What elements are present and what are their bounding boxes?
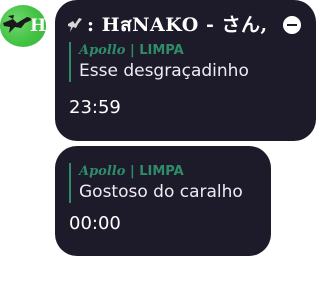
reply-header: Apollo | LIMPA [79, 42, 249, 60]
reply-author: Apollo [79, 164, 126, 179]
message-bubble[interactable]: Apollo | LIMPA Gostoso do caralho 00:00 [55, 146, 271, 256]
bird-icon [68, 18, 82, 32]
reply-author: Apollo [79, 43, 126, 58]
reply-tag: LIMPA [139, 164, 184, 179]
reply-tag: LIMPA [139, 43, 184, 58]
sender-name[interactable]: : HสNAKO - さん, [87, 10, 268, 40]
reply-quote[interactable]: Apollo | LIMPA Esse desgraçadinho [69, 42, 249, 82]
reply-header: Apollo | LIMPA [79, 163, 243, 181]
sender-avatar[interactable]: H [0, 5, 46, 47]
reply-text: Gostoso do caralho [79, 182, 243, 202]
message-bubble[interactable]: : HสNAKO - さん, Apollo | LIMPA Esse desgr… [55, 0, 316, 141]
avatar-letter: H [30, 16, 46, 36]
message-time: 00:00 [69, 213, 121, 234]
minus-circle-icon[interactable] [283, 16, 301, 34]
message-header: : HสNAKO - さん, [67, 11, 307, 39]
reply-separator: | [129, 43, 135, 58]
reply-quote[interactable]: Apollo | LIMPA Gostoso do caralho [69, 163, 243, 203]
message-time: 23:59 [69, 97, 121, 118]
reply-separator: | [129, 164, 135, 179]
reply-text: Esse desgraçadinho [79, 61, 249, 81]
